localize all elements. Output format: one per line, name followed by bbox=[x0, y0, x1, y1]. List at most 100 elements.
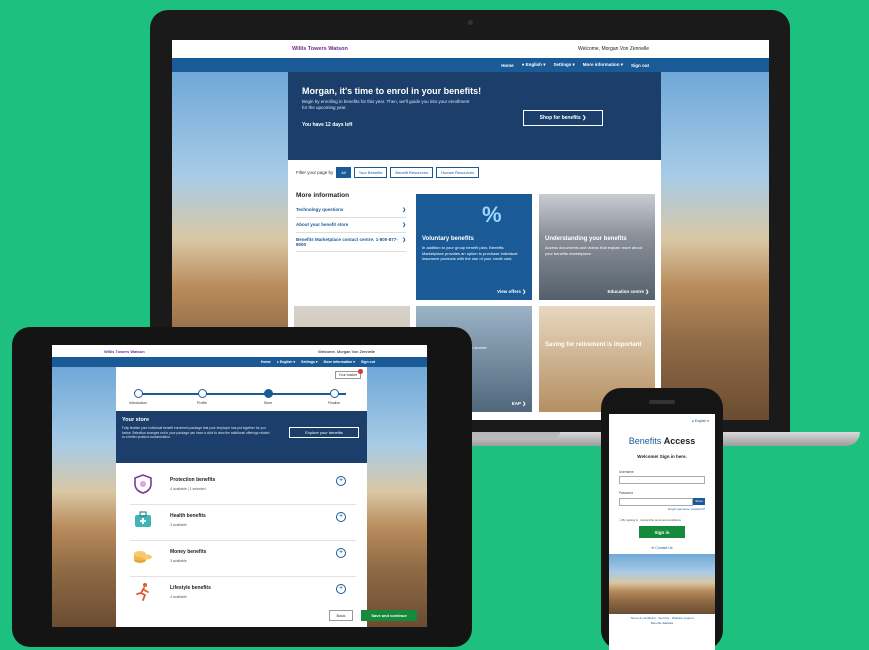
contact-us-link[interactable]: ✉ Contact Us bbox=[609, 546, 715, 550]
tablet-screen: Willis Towers Watson Welcome, Morgan Von… bbox=[52, 345, 427, 627]
nav-more-info-label: More information bbox=[323, 360, 353, 364]
link-technology-questions[interactable]: Technology questions ❯ bbox=[296, 203, 406, 218]
sign-in-button[interactable]: Sign in bbox=[639, 526, 685, 538]
step-label: Finalize bbox=[327, 401, 341, 405]
terms-checkbox[interactable]: ☐ By signing in, I accept the terms and … bbox=[619, 518, 707, 522]
your-store-banner: Your store Fully finalise your individua… bbox=[116, 411, 367, 463]
hero-text: Begin by enrolling in benefits for this … bbox=[302, 99, 470, 111]
forgot-link[interactable]: Forgot username / password? bbox=[668, 507, 705, 511]
username-label: Username bbox=[619, 470, 634, 474]
city-background-right bbox=[367, 367, 427, 627]
nav-home[interactable]: Home bbox=[261, 360, 271, 364]
benefit-row-lifestyle[interactable]: Lifestyle benefits 4 available + bbox=[130, 579, 356, 613]
laptop-notch bbox=[470, 432, 560, 438]
step-finalize[interactable]: Finalize bbox=[314, 389, 354, 405]
benefit-row-health[interactable]: Health benefits 3 available + bbox=[130, 507, 356, 541]
laptop-header: Willis Towers Watson Welcome, Morgan Von… bbox=[172, 40, 769, 58]
link-label: View offers bbox=[497, 289, 521, 294]
link-label: About your benefit store bbox=[296, 222, 349, 227]
link-about-benefit-store[interactable]: About your benefit store ❯ bbox=[296, 218, 406, 233]
basket-button[interactable]: Your basket bbox=[334, 369, 363, 379]
link-contact-centre[interactable]: Benefits Marketplace contact centre: 1-8… bbox=[296, 233, 406, 252]
filter-human-resources[interactable]: Human Resources bbox=[436, 166, 480, 178]
percent-icon: % bbox=[482, 202, 502, 227]
city-background-right bbox=[661, 72, 769, 420]
expand-icon[interactable]: + bbox=[336, 584, 346, 594]
shop-for-benefits-button[interactable]: Shop for benefits ❯ bbox=[523, 110, 603, 126]
main-nav: Home ● English ▾ Settings ▾ More informa… bbox=[172, 58, 769, 72]
benefit-count: 4 available | 1 selected bbox=[170, 487, 206, 491]
benefit-title: Health benefits bbox=[170, 513, 206, 519]
link-label: Education centre bbox=[607, 289, 644, 294]
benefit-title: Money benefits bbox=[170, 549, 207, 555]
filter-bar: Filter your page by All Your Benefits Be… bbox=[288, 160, 661, 184]
nav-sign-out[interactable]: Sign out bbox=[361, 360, 375, 364]
nav-language[interactable]: ● English ▾ bbox=[277, 360, 295, 364]
link-label: EAP bbox=[511, 401, 521, 406]
tablet-actions: Back Save and continue bbox=[329, 610, 417, 621]
filter-benefit-resources[interactable]: Benefit Resources bbox=[390, 166, 434, 178]
language-selector[interactable]: ● English ▾ bbox=[692, 419, 709, 423]
nav-settings[interactable]: Settings ▾ bbox=[553, 62, 574, 68]
nav-more-info[interactable]: More information ▾ bbox=[324, 360, 355, 364]
benefit-count: 3 available bbox=[170, 523, 187, 527]
explore-benefits-button[interactable]: Explore your benefits bbox=[289, 427, 359, 438]
nav-more-info-label: More information bbox=[582, 62, 620, 67]
password-label: Password bbox=[619, 491, 633, 495]
expand-icon[interactable]: + bbox=[336, 548, 346, 558]
view-offers-link[interactable]: View offers ❯ bbox=[497, 289, 526, 295]
benefits-access-logo: Benefits Access bbox=[609, 436, 715, 446]
filter-all[interactable]: All bbox=[336, 166, 351, 178]
chevron-right-icon: ❯ bbox=[402, 237, 406, 242]
nav-home[interactable]: Home bbox=[501, 63, 514, 68]
show-password-button[interactable]: Show bbox=[693, 498, 705, 505]
benefit-row-money[interactable]: Money benefits 3 available + bbox=[130, 543, 356, 577]
back-button[interactable]: Back bbox=[329, 610, 353, 621]
filter-your-benefits[interactable]: Your Benefits bbox=[353, 166, 388, 178]
step-introduction[interactable]: Introduction bbox=[118, 389, 158, 405]
store-text: Fully finalise your individual benefit e… bbox=[122, 426, 270, 440]
nav-more-info[interactable]: More information ▾ bbox=[583, 62, 623, 68]
save-and-continue-button[interactable]: Save and continue bbox=[361, 610, 417, 621]
nav-language-label: English bbox=[525, 62, 542, 67]
expand-icon[interactable]: + bbox=[336, 476, 346, 486]
language-label: English bbox=[694, 419, 707, 423]
laptop-camera bbox=[468, 20, 473, 25]
step-profile[interactable]: Profile bbox=[182, 389, 222, 405]
password-field[interactable] bbox=[619, 498, 693, 506]
nav-settings-label: Settings bbox=[301, 360, 315, 364]
enrol-hero: Morgan, it's time to enrol in your benef… bbox=[288, 72, 661, 160]
chevron-right-icon: ❯ bbox=[402, 222, 406, 227]
nav-settings[interactable]: Settings ▾ bbox=[301, 360, 318, 364]
education-centre-link[interactable]: Education centre ❯ bbox=[607, 289, 649, 295]
benefit-row-protection[interactable]: Protection benefits 4 available | 1 sele… bbox=[130, 471, 356, 505]
expand-icon[interactable]: + bbox=[336, 512, 346, 522]
more-information-panel: More information Technology questions ❯ A… bbox=[296, 192, 406, 252]
shop-button-label: Shop for benefits bbox=[539, 115, 581, 121]
tablet-nav: Home ● English ▾ Settings ▾ More informa… bbox=[52, 357, 427, 367]
benefit-title: Protection benefits bbox=[170, 477, 216, 483]
username-field[interactable] bbox=[619, 476, 705, 484]
phone-footer: Terms & conditions · Security · Website … bbox=[609, 616, 715, 626]
logo-part-a: Benefits bbox=[628, 436, 662, 446]
footer-logo-a: Benefits bbox=[650, 620, 662, 625]
brand-logo: Willis Towers Watson bbox=[104, 348, 145, 354]
tablet-header: Willis Towers Watson Welcome, Morgan Von… bbox=[52, 345, 427, 357]
step-store[interactable]: Store bbox=[248, 389, 288, 405]
basket-label: Your basket bbox=[338, 373, 357, 377]
tile-voluntary-benefits[interactable]: % Voluntary benefits In addition to your… bbox=[416, 194, 532, 300]
footer-logo-b: Access bbox=[662, 620, 674, 625]
shield-icon bbox=[134, 474, 152, 494]
city-background bbox=[609, 554, 715, 614]
nav-sign-out[interactable]: Sign out bbox=[631, 63, 649, 68]
benefit-title: Lifestyle benefits bbox=[170, 585, 211, 591]
eap-link[interactable]: EAP ❯ bbox=[512, 401, 526, 407]
basket-badge bbox=[358, 369, 363, 374]
nav-language[interactable]: ● English ▾ bbox=[522, 62, 546, 68]
coins-icon bbox=[134, 551, 152, 563]
more-info-title: More information bbox=[296, 192, 350, 199]
step-circle bbox=[263, 389, 273, 398]
logo-part-b: Access bbox=[663, 436, 696, 446]
contact-label: Contact Us bbox=[655, 546, 673, 550]
tile-understanding-benefits[interactable]: Understanding your benefits Access docum… bbox=[539, 194, 655, 300]
